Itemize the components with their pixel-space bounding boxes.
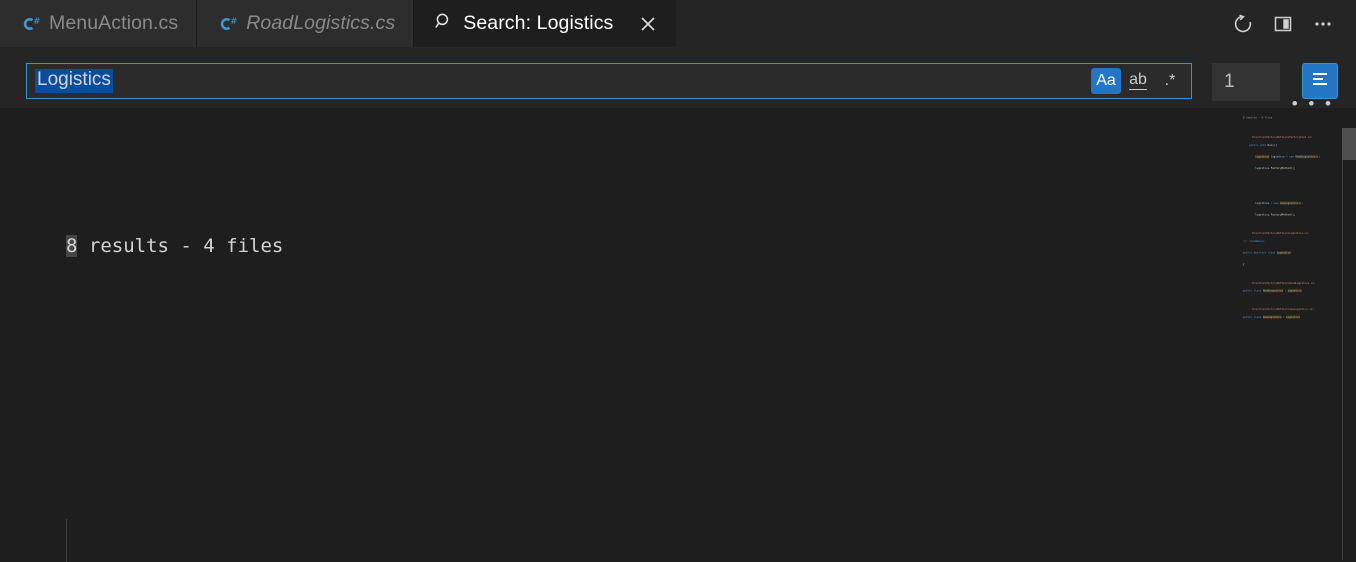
tab-roadlogistics-cs[interactable]: # RoadLogistics.cs — [197, 0, 415, 47]
minimap-content: 8 results - 4 files Practice\FactoryPatt… — [1242, 116, 1321, 319]
search-input-value: Logistics — [35, 69, 113, 93]
tab-search-logistics[interactable]: Search: Logistics — [414, 0, 678, 47]
search-icon — [434, 11, 454, 37]
results-summary: 8 results - 4 files — [0, 232, 1356, 261]
svg-text:#: # — [230, 17, 237, 27]
regex-label: .* — [1164, 72, 1176, 89]
results-count: 8 — [66, 234, 78, 257]
search-toolbar: Logistics Aa ab .* 1 • • • — [0, 47, 1356, 112]
results-summary-rest: results - 4 files — [77, 234, 284, 257]
whole-word-label: ab — [1129, 71, 1147, 90]
list-icon — [1309, 68, 1331, 95]
split-editor-icon[interactable] — [1266, 7, 1300, 41]
search-option-toggles: Aa ab .* — [1087, 66, 1189, 96]
minimap[interactable]: 8 results - 4 files Practice\FactoryPatt… — [1234, 116, 1330, 556]
context-lines-input[interactable]: 1 — [1212, 63, 1280, 101]
tab-label: MenuAction.cs — [49, 12, 179, 34]
file-result-block: Practice\FactoryPattern\FactoryTest.cs: … — [0, 490, 1356, 562]
search-results-editor: 8 results - 4 files Practice\FactoryPatt… — [0, 108, 1356, 562]
use-regex-toggle[interactable]: .* — [1155, 68, 1185, 94]
tab-menuaction-cs[interactable]: # MenuAction.cs — [0, 0, 198, 47]
tab-bar-actions — [1226, 0, 1356, 47]
editor-scrollbar[interactable] — [1342, 108, 1356, 562]
close-icon[interactable] — [638, 14, 658, 34]
csharp-file-icon: # — [20, 14, 41, 34]
match-case-label: Aa — [1096, 72, 1116, 89]
search-input[interactable]: Logistics Aa ab .* — [26, 63, 1192, 99]
indent-guide — [66, 518, 67, 562]
tab-label: Search: Logistics — [463, 12, 614, 34]
scrollbar-thumb[interactable] — [1342, 128, 1356, 160]
editor-tab-bar: # MenuAction.cs # RoadLogistics.cs Searc… — [0, 0, 1356, 47]
refresh-icon[interactable] — [1226, 7, 1260, 41]
ellipsis-icon[interactable] — [1306, 7, 1340, 41]
svg-text:#: # — [33, 17, 40, 27]
tab-label: RoadLogistics.cs — [246, 12, 396, 34]
context-lines-value: 1 — [1224, 71, 1235, 92]
csharp-file-icon: # — [217, 14, 238, 34]
search-results-code: 8 results - 4 files Practice\FactoryPatt… — [0, 108, 1356, 562]
match-case-toggle[interactable]: Aa — [1091, 68, 1121, 94]
match-whole-word-toggle[interactable]: ab — [1123, 68, 1153, 94]
